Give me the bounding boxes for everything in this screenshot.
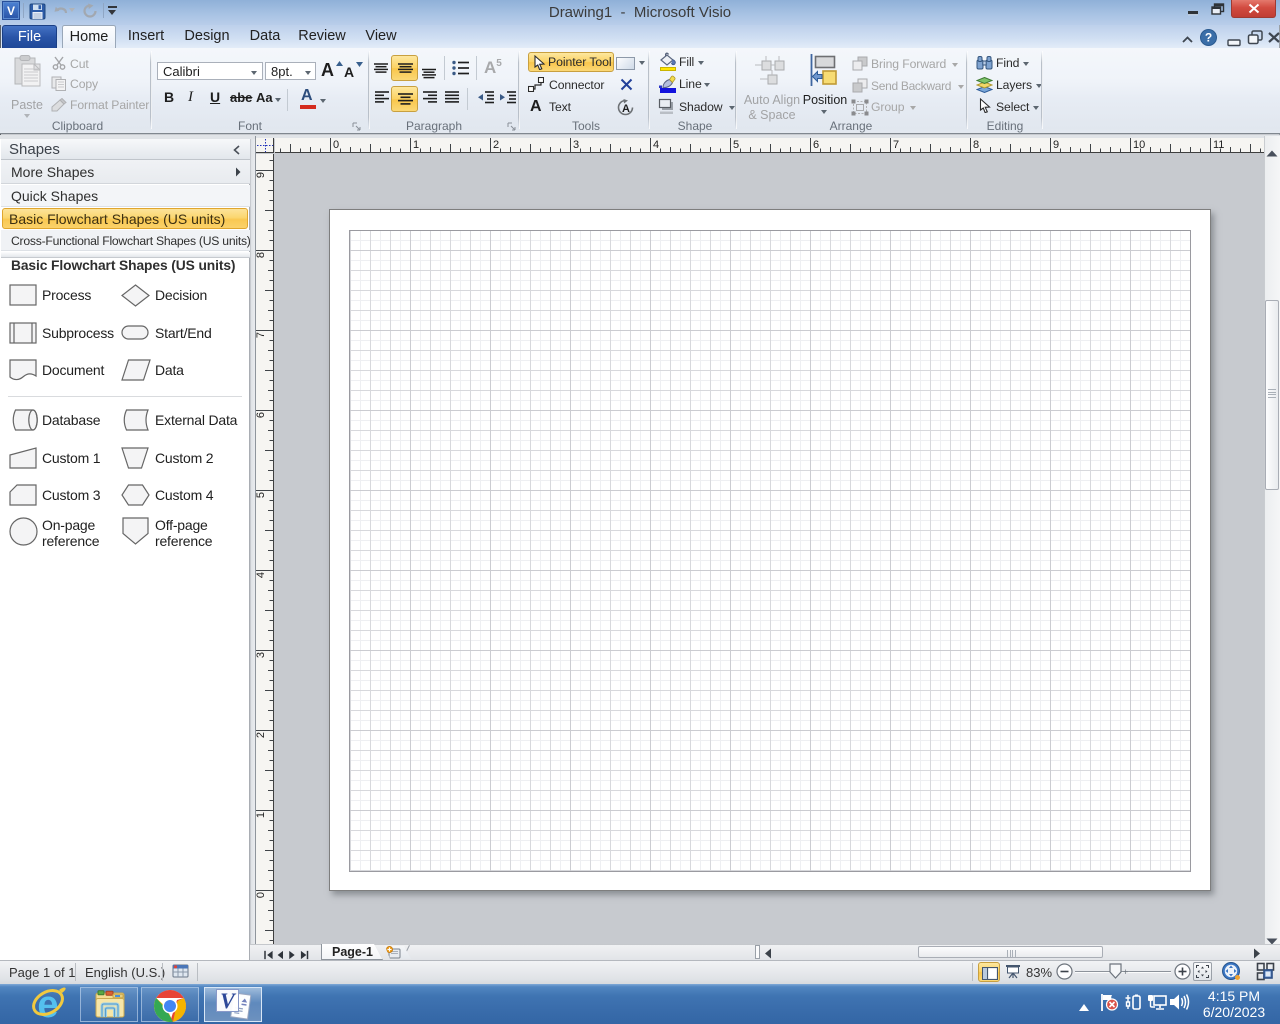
svg-text:6: 6 bbox=[256, 412, 267, 418]
svg-text:4: 4 bbox=[653, 139, 659, 151]
svg-text:4: 4 bbox=[256, 572, 267, 578]
svg-text:3: 3 bbox=[256, 652, 267, 658]
svg-text:7: 7 bbox=[893, 139, 899, 151]
svg-text:6: 6 bbox=[813, 139, 819, 151]
svg-text:5: 5 bbox=[256, 492, 267, 498]
svg-text:11: 11 bbox=[1213, 139, 1224, 151]
svg-text:9: 9 bbox=[1053, 139, 1059, 151]
svg-text:8: 8 bbox=[973, 139, 979, 151]
svg-text:7: 7 bbox=[256, 332, 267, 338]
svg-text:0: 0 bbox=[256, 892, 267, 898]
svg-text:V: V bbox=[220, 988, 237, 1013]
svg-text:?: ? bbox=[1205, 31, 1212, 45]
svg-text:3: 3 bbox=[573, 139, 579, 151]
svg-text:1: 1 bbox=[413, 139, 419, 151]
svg-text:9: 9 bbox=[256, 172, 267, 178]
svg-text:A: A bbox=[622, 103, 630, 115]
svg-text:0: 0 bbox=[333, 139, 339, 151]
svg-text:2: 2 bbox=[493, 139, 499, 151]
svg-text:8: 8 bbox=[256, 252, 267, 258]
svg-text:2: 2 bbox=[256, 732, 267, 738]
svg-text:10: 10 bbox=[1133, 139, 1145, 151]
svg-text:1: 1 bbox=[256, 812, 267, 818]
svg-text:5: 5 bbox=[733, 139, 739, 151]
